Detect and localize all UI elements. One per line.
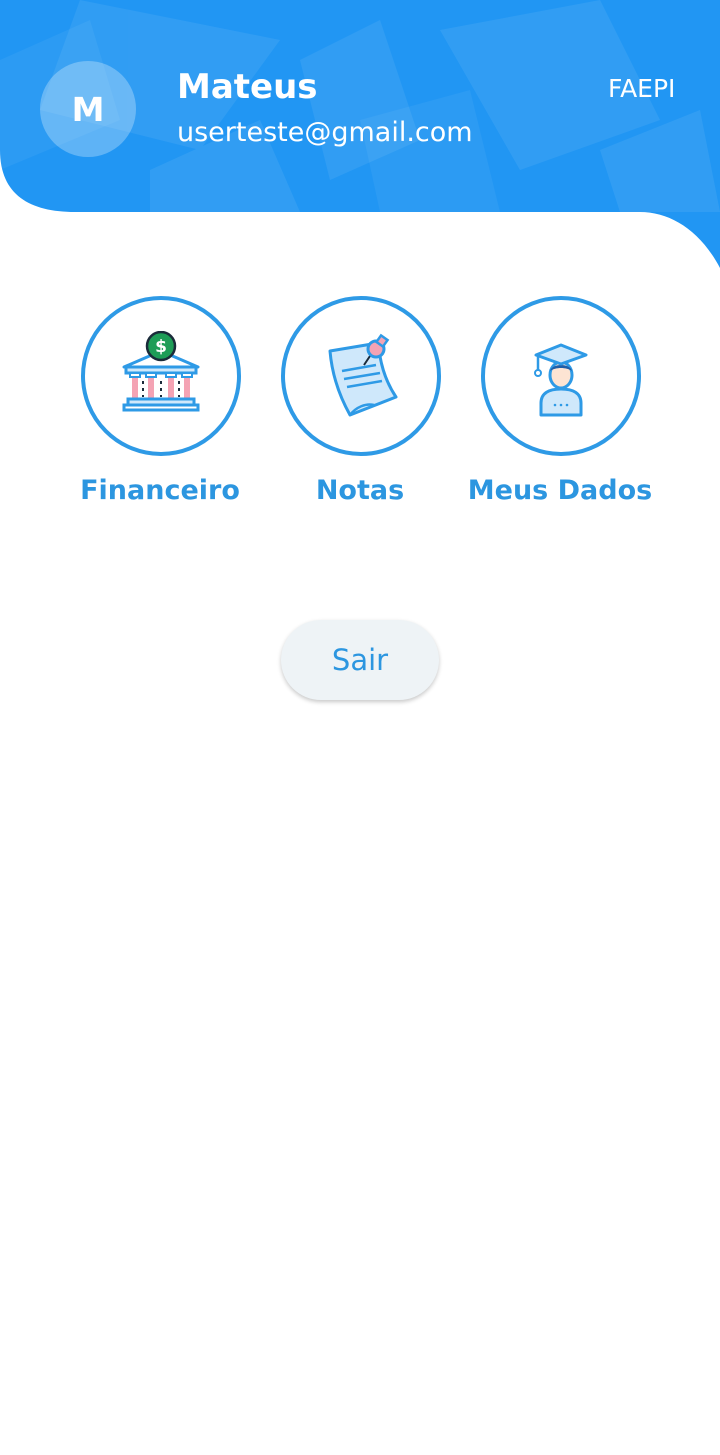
user-email: userteste@gmail.com (177, 117, 473, 148)
logout-button-label: Sair (331, 643, 389, 677)
graduate-student-icon (534, 343, 588, 417)
pinned-note-icon (328, 333, 398, 417)
menu-item-financeiro[interactable]: $ Financeiro (60, 296, 260, 511)
menu-item-notas-label: Notas (315, 475, 405, 506)
home-screen: M Mateus userteste@gmail.com FAEPI $ Fin… (0, 0, 720, 1455)
notas-icon-circle[interactable] (281, 296, 441, 456)
institution-name: FAEPI (608, 74, 676, 103)
meus-dados-icon-circle[interactable] (481, 296, 641, 456)
menu-item-financeiro-label: Financeiro (80, 475, 240, 506)
bank-money-icon: $ (122, 331, 200, 412)
main-menu: $ Financeiro Notas Meus Dados (0, 296, 720, 516)
logout-button[interactable]: Sair (281, 620, 439, 700)
user-name: Mateus (177, 67, 318, 107)
svg-text:$: $ (155, 337, 167, 357)
menu-item-notas[interactable]: Notas (260, 296, 460, 511)
financeiro-icon-circle[interactable]: $ (81, 296, 241, 456)
avatar-initial: M (71, 89, 105, 129)
menu-item-meus-dados[interactable]: Meus Dados (460, 296, 660, 511)
profile-header: M Mateus userteste@gmail.com FAEPI (0, 0, 720, 270)
avatar[interactable]: M (40, 61, 136, 157)
menu-item-meus-dados-label: Meus Dados (467, 475, 653, 506)
